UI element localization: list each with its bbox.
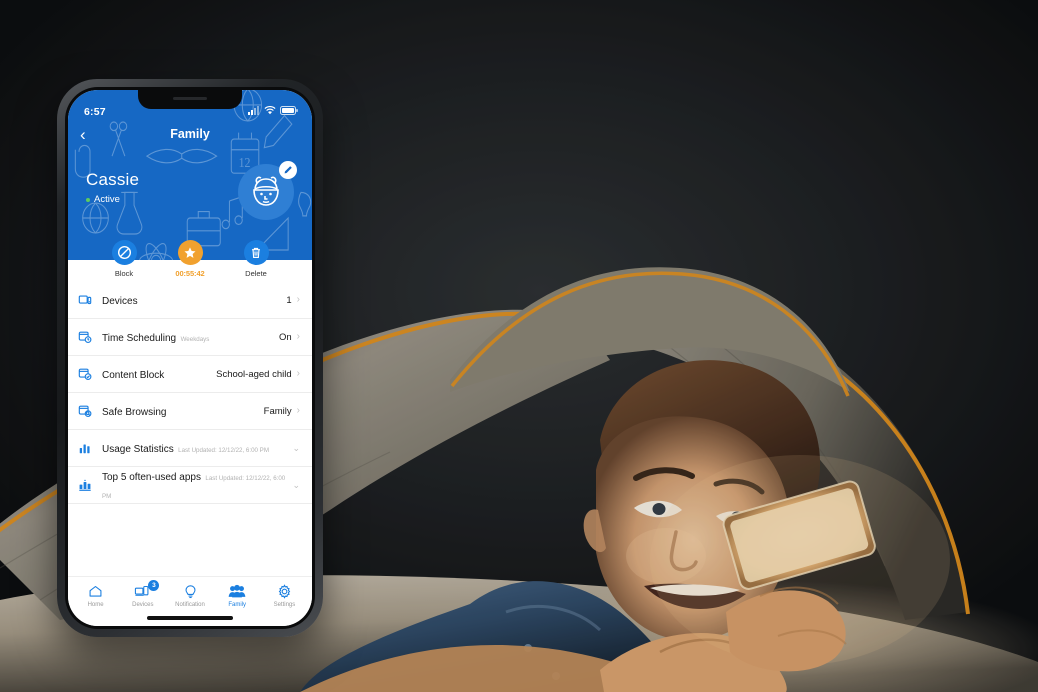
app-header: 12 1 3 6:57 ‹ Family Cassie Active Block… bbox=[68, 90, 312, 282]
tab-family[interactable]: Family bbox=[214, 583, 261, 608]
home-icon bbox=[72, 583, 119, 600]
settings-list: Devices 1 › Time Scheduling Weekdays On … bbox=[68, 282, 312, 576]
safe-browsing-icon bbox=[78, 404, 102, 418]
avatar-wrapper[interactable] bbox=[238, 161, 297, 220]
nav-bar: ‹ Family bbox=[68, 120, 312, 148]
status-time: 6:57 bbox=[84, 106, 106, 118]
phone-notch bbox=[138, 90, 242, 109]
list-item-devices[interactable]: Devices 1 › bbox=[68, 282, 312, 319]
action-timer[interactable]: 00:55:42 bbox=[168, 240, 212, 282]
tab-devices[interactable]: 3 Devices bbox=[119, 580, 166, 608]
phone-bezel: 12 1 3 6:57 ‹ Family Cassie Active Block… bbox=[65, 87, 315, 629]
battery-icon bbox=[280, 106, 298, 118]
top-apps-icon bbox=[78, 478, 102, 492]
family-icon bbox=[214, 583, 261, 600]
tab-settings-label: Settings bbox=[273, 602, 296, 608]
action-block-label: Block bbox=[114, 269, 134, 278]
devices-icon: 3 bbox=[119, 580, 166, 600]
action-block[interactable]: Block bbox=[102, 240, 146, 282]
list-item-content-block[interactable]: Content Block School-aged child › bbox=[68, 356, 312, 393]
chevron-right-icon: › bbox=[296, 331, 300, 342]
phone-device: 12 1 3 6:57 ‹ Family Cassie Active Block… bbox=[57, 79, 323, 637]
page-title: Family bbox=[170, 127, 210, 141]
list-item-title: Usage Statistics bbox=[102, 444, 174, 455]
action-buttons: Block 00:55:42 Delete bbox=[68, 240, 312, 282]
list-item-title: Top 5 often-used apps bbox=[102, 472, 201, 483]
profile-status: Active bbox=[86, 194, 139, 205]
list-item-subtitle: Weekdays bbox=[180, 336, 210, 343]
star-icon[interactable] bbox=[177, 240, 203, 265]
list-item-title: Safe Browsing bbox=[102, 407, 167, 418]
tab-devices-label: Devices bbox=[132, 602, 154, 608]
list-item-top-apps[interactable]: Top 5 often-used apps Last Updated: 12/1… bbox=[68, 467, 312, 504]
profile-status-label: Active bbox=[94, 194, 120, 205]
bottom-tab-bar: Home 3 Devices Notification Family Setti… bbox=[68, 576, 312, 610]
devices-badge: 3 bbox=[148, 580, 160, 591]
list-item-value: 1 bbox=[286, 294, 292, 306]
tab-family-label: Family bbox=[228, 602, 247, 608]
list-item-value: Family bbox=[263, 405, 292, 417]
chevron-down-icon[interactable]: ⌄ bbox=[292, 480, 300, 490]
chevron-down-icon[interactable]: ⌄ bbox=[292, 443, 300, 453]
status-dot-icon bbox=[86, 197, 90, 202]
list-item-title: Devices bbox=[102, 296, 138, 307]
action-timer-label: 00:55:42 bbox=[175, 269, 205, 278]
block-icon[interactable] bbox=[111, 240, 137, 265]
time-schedule-icon bbox=[78, 330, 102, 344]
list-item-title: Content Block bbox=[102, 370, 165, 381]
chevron-right-icon: › bbox=[296, 368, 300, 379]
tab-notification[interactable]: Notification bbox=[166, 583, 213, 608]
content-block-icon bbox=[78, 367, 102, 381]
wifi-icon bbox=[264, 105, 276, 118]
list-item-subtitle: Last Updated: 12/12/22, 6:00 PM bbox=[178, 447, 269, 454]
trash-icon[interactable] bbox=[243, 240, 269, 265]
tab-home-label: Home bbox=[87, 602, 104, 608]
home-indicator[interactable] bbox=[68, 610, 312, 626]
tab-settings[interactable]: Settings bbox=[261, 583, 308, 608]
tab-notification-label: Notification bbox=[175, 602, 205, 608]
list-item-value: School-aged child bbox=[216, 368, 292, 380]
device-monitor-icon bbox=[78, 293, 102, 307]
tab-home[interactable]: Home bbox=[72, 583, 119, 608]
list-item-safe-browsing[interactable]: Safe Browsing Family › bbox=[68, 393, 312, 430]
back-button[interactable]: ‹ bbox=[80, 126, 100, 143]
list-item-usage-statistics[interactable]: Usage Statistics Last Updated: 12/12/22,… bbox=[68, 430, 312, 467]
edit-pencil-icon[interactable] bbox=[279, 161, 297, 179]
bar-chart-icon bbox=[78, 441, 102, 455]
action-delete-label: Delete bbox=[245, 269, 267, 278]
phone-screen: 12 1 3 6:57 ‹ Family Cassie Active Block… bbox=[68, 90, 312, 626]
chevron-right-icon: › bbox=[296, 294, 300, 305]
chevron-right-icon: › bbox=[296, 405, 300, 416]
list-item-time-scheduling[interactable]: Time Scheduling Weekdays On › bbox=[68, 319, 312, 356]
bulb-icon bbox=[166, 583, 213, 600]
list-item-title: Time Scheduling bbox=[102, 333, 177, 344]
gear-icon bbox=[261, 583, 308, 600]
profile-section: Cassie Active bbox=[68, 148, 312, 240]
profile-name: Cassie bbox=[86, 170, 140, 189]
action-delete[interactable]: Delete bbox=[234, 240, 278, 282]
list-item-value: On bbox=[278, 331, 292, 343]
cellular-icon bbox=[248, 106, 260, 118]
